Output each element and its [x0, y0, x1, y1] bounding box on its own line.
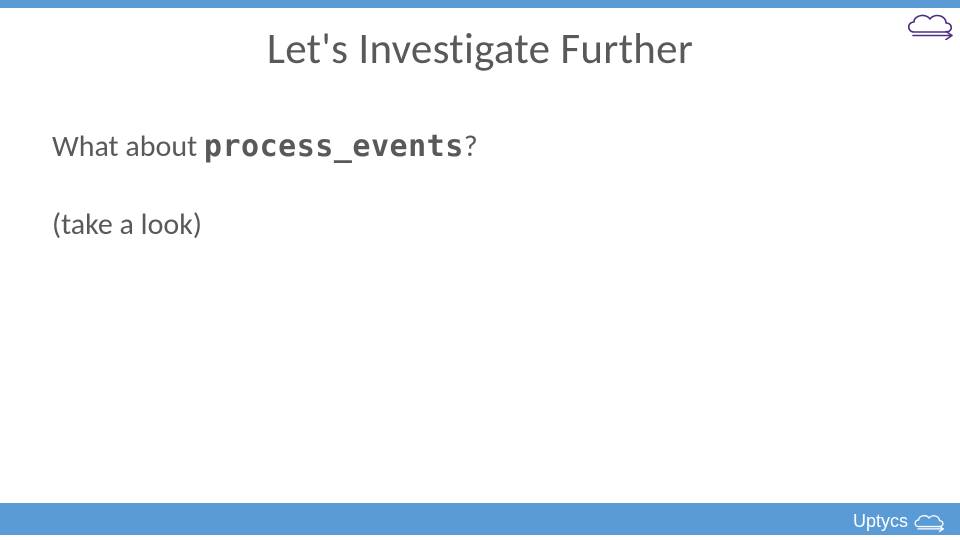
cloud-arrow-icon — [912, 512, 946, 532]
slide-title: Let's Investigate Further — [0, 22, 960, 75]
body-line-2: (take a look) — [52, 206, 908, 244]
footer-brand: Uptycs — [853, 511, 946, 532]
body-line-1-prefix: What about — [52, 128, 204, 165]
top-accent-bar — [0, 0, 960, 8]
footer-brand-text: Uptycs — [853, 511, 908, 532]
bottom-accent-bar — [0, 503, 960, 535]
slide-body: What about process_events? (take a look) — [52, 128, 908, 243]
body-line-1: What about process_events? — [52, 128, 908, 166]
body-line-1-suffix: ? — [464, 128, 478, 165]
body-line-1-code: process_events — [204, 129, 464, 164]
